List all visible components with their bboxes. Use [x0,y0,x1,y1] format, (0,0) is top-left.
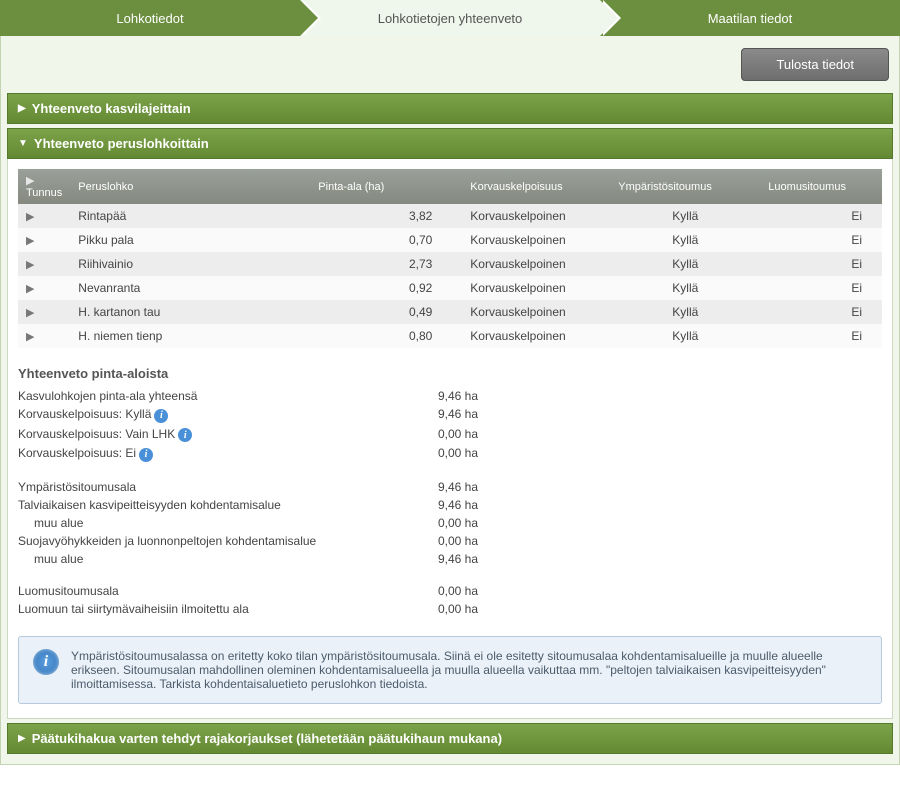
cell-kelp: Korvauskelpoinen [440,300,610,324]
sum-row: Korvauskelpoisuus: Vain LHKi0,00 ha [18,425,882,445]
wizard-step-2-label: Lohkotietojen yhteenveto [378,11,523,26]
table-row: ▶ H. niemen tienp0,80KorvauskelpoinenKyll… [18,324,882,348]
wizard-step-1[interactable]: Lohkotiedot [0,0,300,36]
cell-luomu: Ei [760,276,882,300]
table-header-row: ▶ Tunnus Peruslohko Pinta-ala (ha) Korva… [18,169,882,204]
cell-name: H. kartanon tau [70,300,310,324]
cell-luomu: Ei [760,324,882,348]
th-area[interactable]: Pinta-ala (ha) [310,169,440,204]
parcel-table: ▶ Tunnus Peruslohko Pinta-ala (ha) Korva… [18,169,882,348]
panel-header-by-plant[interactable]: ▶ Yhteenveto kasvilajeittain [7,93,893,124]
cell-ymp: Kyllä [610,300,760,324]
panel-title-by-parcel: Yhteenveto peruslohkoittain [34,136,209,151]
sum-row: Ympäristösitoumusala9,46 ha [18,478,882,496]
info-icon[interactable]: i [178,428,192,442]
wizard-step-3-label: Maatilan tiedot [708,11,793,26]
th-kelp[interactable]: Korvauskelpoisuus [440,169,610,204]
cell-name: H. niemen tienp [70,324,310,348]
sum-row: Kasvulohkojen pinta-ala yhteensä9,46 ha [18,387,882,405]
cell-luomu: Ei [760,204,882,228]
table-row: ▶ Riihivainio2,73KorvauskelpoinenKylläEi [18,252,882,276]
cell-kelp: Korvauskelpoinen [440,276,610,300]
cell-kelp: Korvauskelpoinen [440,324,610,348]
sum-row: muu alue9,46 ha [18,550,882,568]
cell-area: 2,73 [310,252,440,276]
info-icon[interactable]: i [154,409,168,423]
cell-name: Pikku pala [70,228,310,252]
sum-row: Korvauskelpoisuus: Eii0,00 ha [18,444,882,464]
panel-header-by-parcel[interactable]: ▼ Yhteenveto peruslohkoittain [7,128,893,159]
cell-ymp: Kyllä [610,324,760,348]
page-body: Tulosta tiedot ▶ Yhteenveto kasvilajeitt… [0,36,900,765]
cell-kelp: Korvauskelpoinen [440,228,610,252]
panel-body-by-parcel: ▶ Tunnus Peruslohko Pinta-ala (ha) Korva… [7,159,893,719]
sum-row: Luomuun tai siirtymävaiheisiin ilmoitett… [18,600,882,618]
chevron-down-icon: ▼ [18,138,28,149]
expand-icon[interactable]: ▶ [26,211,34,223]
chevron-right-icon: ▶ [26,175,34,187]
sum-row: Suojavyöhykkeiden ja luonnonpeltojen koh… [18,532,882,550]
cell-area: 0,80 [310,324,440,348]
cell-name: Nevanranta [70,276,310,300]
chevron-right-icon: ▶ [18,103,26,114]
panel-header-corrections[interactable]: ▶ Päätukihakua varten tehdyt rajakorjauk… [7,723,893,754]
wizard-nav: Lohkotiedot Lohkotietojen yhteenveto Maa… [0,0,900,36]
th-peruslohko[interactable]: Peruslohko [70,169,310,204]
expand-icon[interactable]: ▶ [26,307,34,319]
wizard-step-3[interactable]: Maatilan tiedot [600,0,900,36]
info-icon[interactable]: i [139,448,153,462]
cell-ymp: Kyllä [610,276,760,300]
sum-row: muu alue0,00 ha [18,514,882,532]
th-luomu[interactable]: Luomusitoumus [760,169,882,204]
table-row: ▶ Nevanranta0,92KorvauskelpoinenKylläEi [18,276,882,300]
notice-text: Ympäristösitoumusalassa on eritetty koko… [71,649,867,691]
table-row: ▶ Pikku pala0,70KorvauskelpoinenKylläEi [18,228,882,252]
cell-area: 0,92 [310,276,440,300]
expand-icon[interactable]: ▶ [26,235,34,247]
summary-title: Yhteenveto pinta-aloista [18,366,882,381]
cell-luomu: Ei [760,300,882,324]
expand-icon[interactable]: ▶ [26,331,34,343]
cell-ymp: Kyllä [610,204,760,228]
panel-title-corrections: Päätukihakua varten tehdyt rajakorjaukse… [32,731,502,746]
wizard-step-2[interactable]: Lohkotietojen yhteenveto [300,0,600,36]
cell-ymp: Kyllä [610,228,760,252]
expand-icon[interactable]: ▶ [26,259,34,271]
table-row: ▶ H. kartanon tau0,49KorvauskelpoinenKyll… [18,300,882,324]
info-icon: i [33,649,59,675]
sum-row: Luomusitoumusala0,00 ha [18,582,882,600]
th-ymp[interactable]: Ympäristösitoumus [610,169,760,204]
th-tunnus[interactable]: ▶ Tunnus [18,169,70,204]
wizard-step-1-label: Lohkotiedot [116,11,183,26]
table-row: ▶ Rintapää3,82KorvauskelpoinenKylläEi [18,204,882,228]
cell-luomu: Ei [760,252,882,276]
cell-kelp: Korvauskelpoinen [440,204,610,228]
sum-row: Korvauskelpoisuus: Kylläi9,46 ha [18,405,882,425]
expand-icon[interactable]: ▶ [26,283,34,295]
cell-name: Riihivainio [70,252,310,276]
cell-luomu: Ei [760,228,882,252]
cell-ymp: Kyllä [610,252,760,276]
chevron-right-icon: ▶ [18,733,26,744]
panel-title-by-plant: Yhteenveto kasvilajeittain [32,101,191,116]
cell-area: 0,49 [310,300,440,324]
cell-area: 0,70 [310,228,440,252]
print-button[interactable]: Tulosta tiedot [741,48,889,81]
cell-kelp: Korvauskelpoinen [440,252,610,276]
cell-name: Rintapää [70,204,310,228]
sum-row: Talviaikaisen kasvipeitteisyyden kohdent… [18,496,882,514]
cell-area: 3,82 [310,204,440,228]
info-notice: i Ympäristösitoumusalassa on eritetty ko… [18,636,882,704]
